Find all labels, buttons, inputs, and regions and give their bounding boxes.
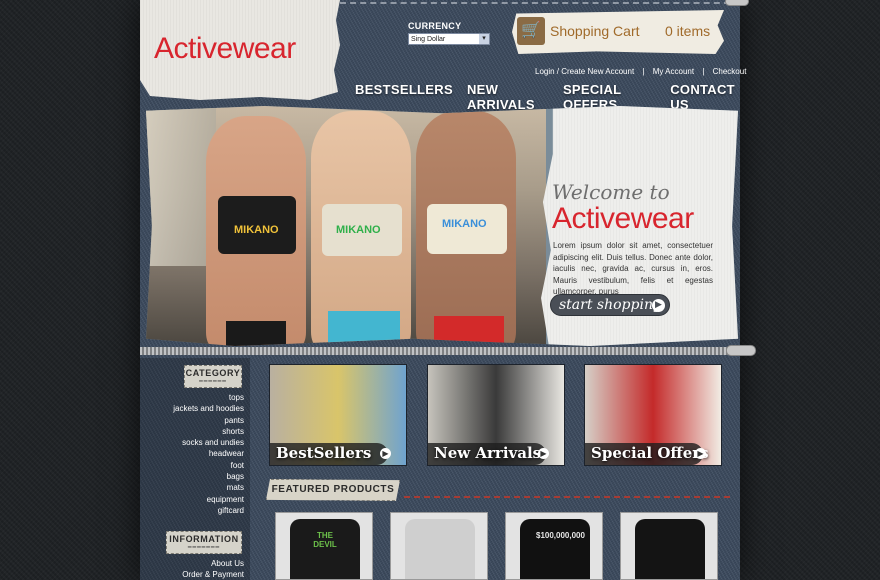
- zipper-pull: [726, 345, 756, 356]
- arrow-right-icon: ▶: [380, 448, 391, 459]
- arrow-right-icon: ▶: [538, 448, 549, 459]
- shorts: [434, 316, 504, 346]
- start-shopping-label: start shopping: [559, 297, 662, 313]
- category-list: tops jackets and hoodies pants shorts so…: [173, 392, 244, 516]
- category-item-foot[interactable]: foot: [173, 460, 244, 471]
- product-print: [421, 531, 459, 569]
- category-item-equipment[interactable]: equipment: [173, 494, 244, 505]
- information-label: INFORMATION ━━━━━━━: [166, 531, 242, 554]
- category-item-shorts[interactable]: shorts: [173, 426, 244, 437]
- site-logo[interactable]: Activewear: [154, 32, 296, 66]
- zipper-pull-top: [725, 0, 749, 6]
- cart-title[interactable]: Shopping Cart: [550, 23, 640, 39]
- info-item-order-payment[interactable]: Order & Payment: [182, 569, 244, 580]
- nav-new-arrivals[interactable]: NEW ARRIVALS: [467, 82, 549, 112]
- nav-contact-us[interactable]: CONTACT US: [670, 82, 740, 112]
- promo-title: BestSellers: [276, 444, 372, 462]
- link-separator: |: [642, 67, 645, 76]
- shopping-cart-icon[interactable]: 🛒: [517, 17, 545, 45]
- category-item-giftcard[interactable]: giftcard: [173, 505, 244, 516]
- nav-bestsellers[interactable]: BESTSELLERS: [355, 82, 453, 112]
- category-label-text: CATEGORY: [185, 368, 241, 378]
- shirt-logo: MIKANO: [442, 218, 487, 230]
- currency-select[interactable]: Sing Dollar ▾: [408, 33, 490, 45]
- hero-banner: MIKANO MIKANO MIKANO Welcome to Activewe…: [146, 106, 738, 346]
- arrow-right-icon: ▶: [652, 299, 665, 312]
- shorts: [328, 311, 400, 346]
- category-item-pants[interactable]: pants: [173, 415, 244, 426]
- page-container: Activewear CURRENCY Sing Dollar ▾ 🛒 Shop…: [140, 0, 756, 580]
- category-item-jackets[interactable]: jackets and hoodies: [173, 403, 244, 414]
- account-links: Login / Create New Account | My Account …: [532, 67, 749, 76]
- link-separator: |: [702, 67, 705, 76]
- product-card[interactable]: THE DEVIL: [275, 512, 373, 580]
- product-print: [651, 531, 689, 569]
- promo-bestsellers[interactable]: BestSellers ▶: [269, 364, 407, 466]
- welcome-brand: Activewear: [552, 202, 694, 235]
- info-item-about[interactable]: About Us: [182, 558, 244, 569]
- category-item-headwear[interactable]: headwear: [173, 448, 244, 459]
- arrow-right-icon: ▶: [695, 448, 706, 459]
- product-card[interactable]: [620, 512, 718, 580]
- shorts: [226, 321, 286, 346]
- category-item-mats[interactable]: mats: [173, 482, 244, 493]
- featured-products-label: FEATURED PRODUCTS: [266, 479, 400, 501]
- shirt-logo: MIKANO: [336, 224, 381, 236]
- sidebar: CATEGORY ━━━━━━ tops jackets and hoodies…: [140, 358, 250, 580]
- product-print: $100,000,000: [536, 531, 585, 540]
- category-item-bags[interactable]: bags: [173, 471, 244, 482]
- information-label-text: INFORMATION: [169, 534, 239, 544]
- cart-item-count[interactable]: 0 items: [665, 23, 710, 39]
- stitch-icon: ━━━━━━━: [187, 545, 221, 551]
- welcome-body-text: Lorem ipsum dolor sit amet, consectetuer…: [553, 241, 713, 296]
- checkout-link[interactable]: Checkout: [713, 67, 747, 76]
- promo-title: New Arrivals: [434, 444, 542, 462]
- promo-special-offers[interactable]: Special Offers ▶: [584, 364, 722, 466]
- currency-selected-value: Sing Dollar: [411, 36, 446, 43]
- information-list: About Us Order & Payment: [182, 558, 244, 580]
- chevron-down-icon[interactable]: ▾: [479, 34, 489, 44]
- category-label: CATEGORY ━━━━━━: [184, 365, 242, 388]
- main-nav: BESTSELLERS NEW ARRIVALS SPECIAL OFFERS …: [355, 82, 740, 112]
- promo-new-arrivals[interactable]: New Arrivals ▶: [427, 364, 565, 466]
- category-item-tops[interactable]: tops: [173, 392, 244, 403]
- start-shopping-button[interactable]: start shopping ▶: [550, 294, 670, 316]
- stitch-icon: ━━━━━━: [199, 379, 227, 385]
- featured-divider: [404, 496, 730, 498]
- zipper-divider: [140, 347, 740, 355]
- hero-photo: MIKANO MIKANO MIKANO: [146, 106, 546, 346]
- category-item-socks[interactable]: socks and undies: [173, 437, 244, 448]
- welcome-heading: Welcome to: [552, 180, 670, 204]
- product-card[interactable]: [390, 512, 488, 580]
- currency-label: CURRENCY: [408, 21, 462, 31]
- shirt-logo: MIKANO: [234, 224, 279, 236]
- promo-title: Special Offers: [591, 444, 709, 462]
- login-link[interactable]: Login / Create New Account: [535, 67, 634, 76]
- my-account-link[interactable]: My Account: [653, 67, 694, 76]
- top-stitch: [340, 2, 740, 4]
- product-card[interactable]: $100,000,000: [505, 512, 603, 580]
- product-print: THE DEVIL: [313, 531, 337, 549]
- logo-patch[interactable]: Activewear: [140, 0, 340, 100]
